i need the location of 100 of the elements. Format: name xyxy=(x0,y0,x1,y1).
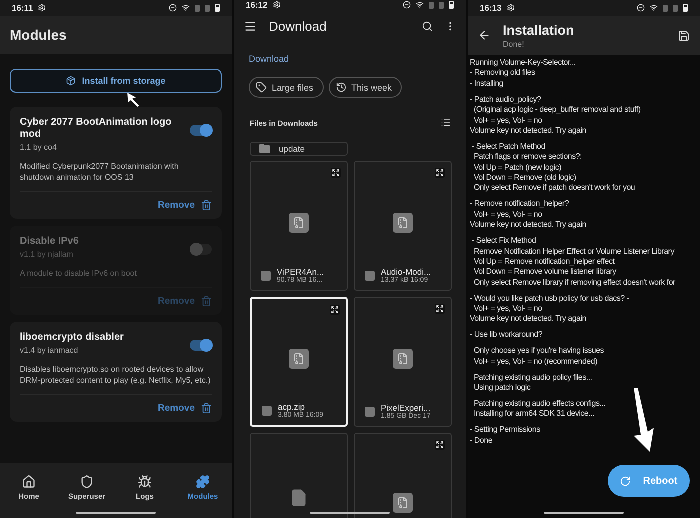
expand-icon[interactable] xyxy=(331,168,341,178)
screen-subtitle: Done! xyxy=(503,40,526,48)
module-description: Disables liboemcrypto.so on rooted devices to allow DRM-protected content to play (e.g. Netflix, My5, etc.) xyxy=(20,364,212,386)
file-name: acp.zip xyxy=(278,402,306,412)
log-line: Only select Remove if patch doesn't work for you xyxy=(472,183,636,194)
save-icon[interactable] xyxy=(678,30,690,42)
filter-chip[interactable]: Large files xyxy=(249,77,324,98)
module-version: 1.1 by co4 xyxy=(20,143,58,152)
filter-chip[interactable]: This week xyxy=(328,77,402,98)
battery-icon xyxy=(449,1,454,9)
file-name: ViPER4An... xyxy=(277,267,324,277)
annotation-arrow xyxy=(128,93,140,107)
history-icon xyxy=(336,82,347,93)
toggle-thumb[interactable] xyxy=(200,339,213,352)
breadcrumb-link[interactable]: Download xyxy=(249,54,466,64)
box-icon xyxy=(66,76,76,86)
log-line: Volume key not detected. Try again xyxy=(470,126,588,136)
log-line: - Would you like patch usb policy for usb dacs? - xyxy=(470,294,630,304)
settings-icon xyxy=(272,1,281,9)
expand-icon[interactable] xyxy=(435,168,445,178)
module-version: v1.4 by ianmacd xyxy=(20,346,80,355)
log-line: Volume key not detected. Try again xyxy=(470,314,588,325)
log-line: Vol+ = yes, Vol- = no xyxy=(472,304,544,314)
log-line: Patching existing audio effects configs... xyxy=(472,398,607,410)
file-name: Audio-Modi... xyxy=(381,267,432,277)
expand-icon[interactable] xyxy=(435,440,445,450)
log-line: Running Volume-Key-Selector... xyxy=(470,58,577,68)
document-icon xyxy=(290,489,308,507)
module-toggle[interactable] xyxy=(190,340,212,351)
status-time: 16:13 xyxy=(480,3,502,13)
remove-button[interactable]: Remove xyxy=(158,403,195,414)
puzzle-icon xyxy=(196,474,210,488)
module-name: Disable IPv6 xyxy=(20,236,80,248)
module-toggle[interactable] xyxy=(190,125,212,136)
install-from-storage-button[interactable]: Install from storage xyxy=(10,69,222,93)
wifi-icon xyxy=(182,4,190,12)
toggle-thumb[interactable] xyxy=(190,243,203,256)
log-line: Vol Up = Patch (new logic) xyxy=(472,162,562,174)
bug-icon xyxy=(138,474,152,488)
search-icon[interactable] xyxy=(422,20,433,32)
restart-icon xyxy=(620,476,632,486)
screen-title: Installation xyxy=(503,22,576,38)
data-saver-icon xyxy=(169,4,177,12)
module-description: Modified Cyberpunk2077 Bootanimation with shutdown animation for OOS 13 xyxy=(20,161,180,183)
archive-icon xyxy=(262,406,272,416)
remove-button[interactable]: Remove xyxy=(158,200,195,211)
archive-icon xyxy=(261,270,271,280)
toggle-thumb[interactable] xyxy=(200,124,213,137)
log-line: - Patch audio_policy? xyxy=(470,94,542,106)
archive-icon xyxy=(289,212,309,232)
folder-name: update xyxy=(279,144,305,154)
status-time: 16:11 xyxy=(12,3,34,13)
battery-icon xyxy=(215,4,220,12)
data-saver-icon xyxy=(637,4,645,12)
log-line: Using patch logic xyxy=(472,382,532,394)
annotation-arrow xyxy=(634,388,654,452)
log-line: Only select Remove library if removing effect doesn't work for xyxy=(472,278,676,288)
archive-icon xyxy=(365,406,375,416)
list-view-icon[interactable] xyxy=(441,118,451,128)
archive-icon xyxy=(393,348,413,368)
module-version: v1.1 by njallam xyxy=(20,250,74,259)
file-name: PixelExperi... xyxy=(381,403,431,413)
expand-icon[interactable] xyxy=(435,304,445,314)
log-line: - Setting Permissions xyxy=(470,425,542,436)
log-line: Vol+ = yes, Vol- = no xyxy=(472,210,544,220)
log-line: Installing for arm64 SDK 31 device... xyxy=(472,409,596,420)
log-line: - Use lib workaround? xyxy=(470,330,544,341)
trash-icon[interactable] xyxy=(201,200,212,211)
log-line: Patch flags or remove sections?: xyxy=(472,152,584,163)
log-line: Vol Up = Remove notification_helper effect xyxy=(472,256,616,268)
data-saver-icon xyxy=(403,1,411,9)
module-name: liboemcrypto disabler xyxy=(20,332,125,344)
status-time: 16:12 xyxy=(246,0,268,10)
screen-title: Download xyxy=(269,18,328,34)
home-icon xyxy=(22,474,36,488)
battery-icon xyxy=(683,4,688,12)
log-line: Volume key not detected. Try again xyxy=(470,220,588,231)
settings-icon xyxy=(38,4,46,12)
log-line: Vol+ = yes, Vol- = no (recommended) xyxy=(472,356,598,368)
archive-icon xyxy=(365,270,375,280)
module-toggle[interactable] xyxy=(190,244,212,255)
archive-icon xyxy=(289,348,309,368)
log-line: - Remove notification_helper? xyxy=(470,199,570,210)
archive-icon xyxy=(393,212,413,232)
folder-icon xyxy=(259,143,271,155)
screen-title: Modules xyxy=(10,27,67,43)
back-icon[interactable] xyxy=(478,29,491,42)
wifi-icon xyxy=(650,4,658,12)
trash-icon[interactable] xyxy=(201,403,212,414)
log-line: (Original acp logic - deep_buffer removal and stuff) xyxy=(472,105,642,116)
shield-icon xyxy=(80,474,94,488)
log-line: Vol Down = Remove volume listener library xyxy=(472,267,618,278)
folder-item[interactable]: update xyxy=(250,142,348,156)
log-line: Remove Notification Helper Effect or Volume Listener Library xyxy=(472,246,676,257)
module-name: Cyber 2077 BootAnimation logo mod xyxy=(20,117,173,141)
expand-icon[interactable] xyxy=(330,305,340,315)
log-line: - Done xyxy=(470,436,494,446)
log-line: Only choose yes if you're having issues xyxy=(472,346,606,357)
log-line: - Select Patch Method xyxy=(470,142,546,152)
menu-icon[interactable] xyxy=(244,20,257,32)
